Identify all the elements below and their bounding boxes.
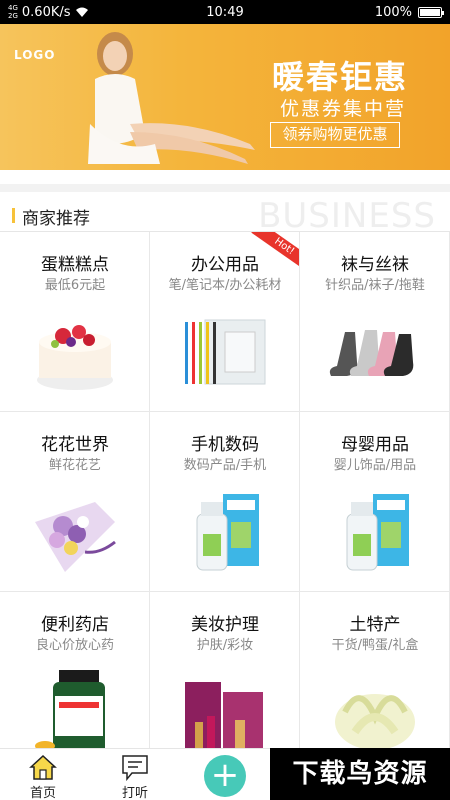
network-speed: 0.60K/s <box>21 4 71 20</box>
category-name: 美妆护理 <box>191 615 259 635</box>
category-desc: 针织品/袜子/拖鞋 <box>325 278 425 293</box>
baby-bottle-icon <box>346 494 409 571</box>
tab-inquire-label: 打听 <box>121 786 148 800</box>
category-desc: 笔/笔记本/办公耗材 <box>168 278 282 293</box>
wifi-icon <box>75 6 89 18</box>
category-name: 手机数码 <box>191 435 259 455</box>
status-time: 10:49 <box>206 4 244 20</box>
category-name: 办公用品 <box>191 255 259 275</box>
category-cell-cake[interactable]: 蛋糕糕点 最低6元起 <box>0 232 150 412</box>
category-name: 母婴用品 <box>341 435 409 455</box>
cosmetics-icon <box>185 682 263 752</box>
bouquet-icon <box>35 502 116 572</box>
category-cell-baby[interactable]: 母婴用品 婴儿饰品/用品 <box>300 412 450 592</box>
category-cell-socks[interactable]: 袜与丝袜 针织品/袜子/拖鞋 <box>300 232 450 412</box>
battery-percent: 100% <box>374 4 412 20</box>
add-button[interactable]: + <box>204 755 246 797</box>
category-name: 花花世界 <box>41 435 109 455</box>
category-desc: 最低6元起 <box>44 278 106 293</box>
banner-title: 暖春钜惠 <box>271 58 408 96</box>
network-type-indicator: 4G 2G <box>8 4 18 20</box>
section-title: 商家推荐 <box>22 209 90 229</box>
category-desc: 数码产品/手机 <box>183 458 267 473</box>
category-name: 蛋糕糕点 <box>41 255 109 275</box>
banner-logo: LOGO <box>14 48 56 62</box>
tab-home-label: 首页 <box>29 786 56 800</box>
watermark-logo: 下载鸟资源 <box>270 748 450 800</box>
category-desc: 干货/鸭蛋/礼盒 <box>331 638 419 653</box>
model-image <box>88 32 255 164</box>
category-cell-beauty[interactable]: 美妆护理 护肤/彩妆 <box>150 592 300 772</box>
promo-banner[interactable]: LOGO 暖春钜惠 优惠券集中营 领券购物更优惠 <box>0 24 450 170</box>
cabbage-icon <box>335 694 415 750</box>
category-cell-specialty[interactable]: 土特产 干货/鸭蛋/礼盒 <box>300 592 450 772</box>
socks-icon <box>329 330 414 376</box>
category-cell-office[interactable]: 办公用品 笔/笔记本/办公耗材 Hot! <box>150 232 300 412</box>
section-accent-bar <box>12 208 15 223</box>
category-desc: 良心价放心药 <box>35 638 114 653</box>
category-cell-digital[interactable]: 手机数码 数码产品/手机 <box>150 412 300 592</box>
category-desc: 鲜花花艺 <box>48 458 101 473</box>
status-bar: 4G 2G 0.60K/s 10:49 100% <box>0 0 450 24</box>
coupon-button[interactable]: 领券购物更优惠 <box>270 122 400 148</box>
category-cell-pharmacy[interactable]: 便利药店 良心价放心药 <box>0 592 150 772</box>
category-desc: 婴儿饰品/用品 <box>333 458 417 473</box>
tab-home[interactable]: 首页 <box>8 749 78 800</box>
baby-bottle-icon <box>196 494 259 571</box>
section-watermark-text: BUSINESS <box>258 196 436 236</box>
category-name: 土特产 <box>349 615 401 635</box>
tab-inquire[interactable]: 打听 <box>100 749 170 800</box>
folders-icon <box>185 319 266 385</box>
battery-icon <box>418 6 444 18</box>
category-name: 便利药店 <box>41 615 109 635</box>
message-icon <box>122 755 148 781</box>
home-icon <box>29 754 57 780</box>
medicine-bottle-icon <box>35 670 105 762</box>
category-cell-flowers[interactable]: 花花世界 鲜花花艺 <box>0 412 150 592</box>
category-desc: 护肤/彩妆 <box>196 638 254 653</box>
cake-icon <box>37 325 113 390</box>
section-header: 商家推荐 BUSINESS <box>0 184 450 236</box>
category-name: 袜与丝袜 <box>341 255 409 275</box>
banner-subtitle: 优惠券集中营 <box>279 98 406 120</box>
